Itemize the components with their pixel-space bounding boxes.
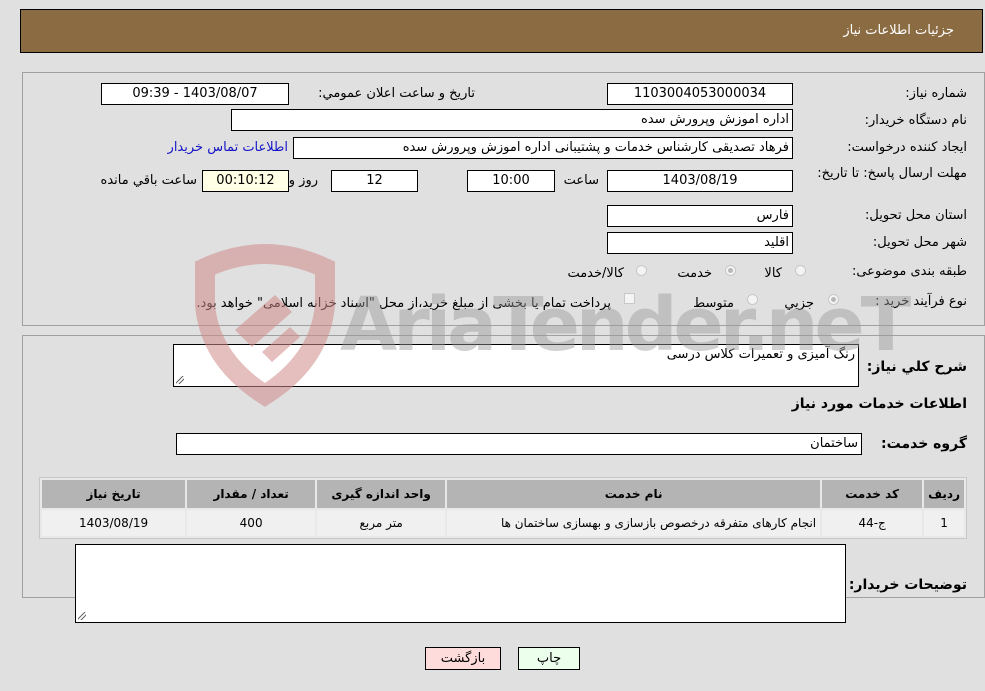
category-radio-service[interactable]: [725, 265, 736, 276]
services-heading: اطلاعات خدمات مورد نیاز: [791, 396, 967, 412]
category-option-service: خدمت: [677, 266, 712, 281]
back-button[interactable]: بازگشت: [425, 647, 501, 670]
days-remaining-field: 12: [331, 170, 418, 192]
buyer-org-label: نام دستگاه خریدار:: [864, 113, 967, 128]
description-textarea[interactable]: رنگ آمیزی و تعمیرات کلاس درسی: [173, 344, 859, 387]
table-header-row: ردیف کد خدمت نام خدمت واحد اندازه گیری ت…: [42, 480, 964, 508]
process-radio-minor[interactable]: [828, 294, 839, 305]
buyer-org-field: اداره اموزش وپرورش سده: [231, 109, 793, 131]
service-group-field: ساختمان: [176, 433, 862, 455]
cell-unit: متر مربع: [317, 510, 446, 536]
cell-row-number: 1: [924, 510, 964, 536]
category-option-goods-service: کالا/خدمت: [567, 266, 624, 281]
province-label: استان محل تحویل:: [865, 208, 967, 223]
time-remaining-field: 00:10:12: [202, 170, 289, 192]
category-option-goods: کالا: [764, 266, 782, 281]
announce-label: تاریخ و ساعت اعلان عمومي:: [318, 86, 475, 101]
cell-quantity: 400: [187, 510, 316, 536]
col-header-service-code: کد خدمت: [822, 480, 923, 508]
page-title: جزئیات اطلاعات نیاز: [843, 23, 954, 38]
deadline-date-field: 1403/08/19: [607, 170, 793, 192]
deadline-time-label: ساعت: [563, 173, 599, 188]
city-field: اقلید: [607, 232, 793, 254]
need-number-field: 1103004053000034: [607, 83, 793, 105]
col-header-need-date: تاریخ نیاز: [42, 480, 186, 508]
col-header-service-name: نام خدمت: [447, 480, 821, 508]
cell-need-date: 1403/08/19: [42, 510, 186, 536]
col-header-quantity: تعداد / مقدار: [187, 480, 316, 508]
deadline-label: مهلت ارسال پاسخ: تا تاریخ:: [817, 166, 967, 181]
creator-field: فرهاد تصدیقی کارشناس خدمات و پشتیبانی اد…: [293, 137, 793, 159]
col-header-row-number: ردیف: [924, 480, 964, 508]
col-header-unit: واحد اندازه گیری: [317, 480, 446, 508]
description-label: شرح کلي نیاز:: [866, 359, 967, 375]
table-row: 1 ج-44 انجام کارهای متفرقه درخصوص بازساز…: [42, 510, 964, 536]
treasury-checkbox[interactable]: [624, 293, 635, 304]
days-label: روز و: [288, 173, 318, 188]
resize-grip-icon[interactable]: [176, 376, 184, 384]
need-number-label: شماره نیاز:: [905, 86, 967, 101]
buyer-notes-textarea[interactable]: [75, 544, 846, 623]
category-radio-goods-service[interactable]: [636, 265, 647, 276]
treasury-checkbox-label: پرداخت تمام یا بخشی از مبلغ خرید،از محل …: [196, 296, 611, 311]
print-button[interactable]: چاپ: [518, 647, 580, 670]
time-remaining-label: ساعت باقي مانده: [100, 173, 197, 188]
creator-label: ایجاد کننده درخواست:: [847, 140, 967, 155]
city-label: شهر محل تحویل:: [872, 235, 967, 250]
province-field: فارس: [607, 205, 793, 227]
process-radio-medium[interactable]: [747, 294, 758, 305]
announce-datetime-field: 1403/08/07 - 09:39: [101, 83, 289, 105]
resize-grip-icon[interactable]: [78, 612, 86, 620]
deadline-time-field: 10:00: [467, 170, 555, 192]
process-option-medium: متوسط: [693, 296, 734, 311]
description-text: رنگ آمیزی و تعمیرات کلاس درسی: [666, 347, 855, 362]
process-option-minor: جزيي: [784, 296, 814, 311]
cell-service-code: ج-44: [822, 510, 923, 536]
category-label: طبقه بندی موضوعی:: [851, 264, 967, 279]
cell-service-name: انجام کارهای متفرقه درخصوص بازسازی و بهس…: [447, 510, 821, 536]
buyer-notes-label: توضیحات خریدار:: [848, 577, 967, 593]
page-header: جزئیات اطلاعات نیاز: [20, 9, 983, 53]
category-radio-goods[interactable]: [795, 265, 806, 276]
services-table: ردیف کد خدمت نام خدمت واحد اندازه گیری ت…: [39, 477, 967, 539]
service-group-label: گروه خدمت:: [881, 436, 967, 452]
buyer-contact-link[interactable]: اطلاعات تماس خریدار: [168, 140, 288, 155]
process-type-label: نوع فرآیند خرید :: [875, 294, 967, 309]
